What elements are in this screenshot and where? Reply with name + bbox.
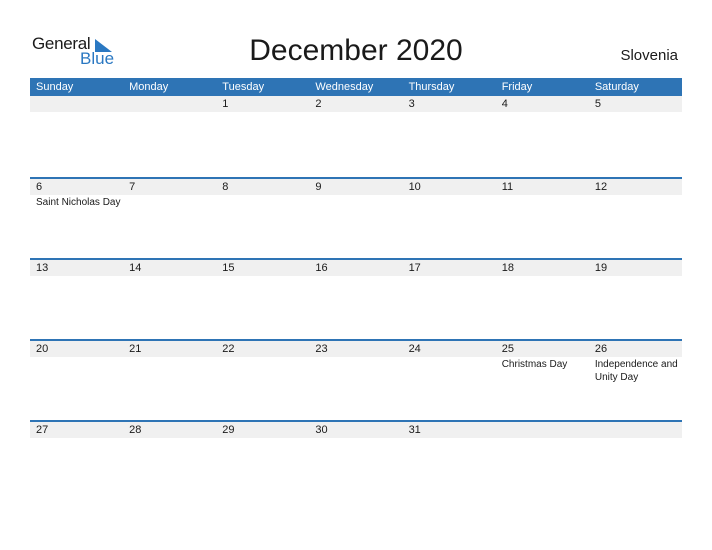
page-title: December 2020 [249,34,463,67]
holiday-label [496,438,589,439]
day-number: 18 [501,262,514,274]
holiday-label [589,438,682,439]
day-number [30,96,123,112]
holiday-label [123,112,216,113]
day-number: 15 [222,262,235,274]
weekday-header: Sunday Monday Tuesday Wednesday Thursday Frid… [30,78,682,96]
holiday-label [216,112,309,113]
date-bar: 6 7 8 9 10 11 12 [30,179,682,195]
date-bar: 13 14 15 16 17 18 19 [30,260,682,276]
day-number: 3 [408,98,415,110]
holiday-label [309,357,402,384]
day-number: 31 [408,424,421,436]
weekday-saturday: Saturday [594,81,639,93]
holiday-label [216,195,309,209]
holiday-label [216,276,309,277]
holiday-label [309,195,402,209]
day-number: 25 [501,343,514,355]
day-number: 20 [36,343,49,355]
events-row: Saint Nicholas Day [30,195,682,209]
holiday-label [216,357,309,384]
day-number: 9 [315,181,322,193]
day-number: 7 [129,181,136,193]
holiday-label: Saint Nicholas Day [36,197,121,208]
day-number: 8 [222,181,229,193]
weekday-tuesday: Tuesday [222,81,265,93]
day-number: 24 [408,343,421,355]
holiday-label [309,112,402,113]
day-number: 10 [408,181,421,193]
day-number: 14 [129,262,142,274]
week-row: 6 7 8 9 10 11 12 Saint Nicholas Day [30,177,682,258]
day-number: 6 [36,181,43,193]
holiday-label [403,195,496,209]
holiday-label [123,438,216,439]
holiday-label [30,276,123,277]
day-number: 1 [222,98,229,110]
week-row: 27 28 29 30 31 [30,420,682,501]
holiday-label [496,195,589,209]
date-bar: 27 28 29 30 31 [30,422,682,438]
holiday-label [30,112,123,113]
holiday-label [30,357,123,384]
holiday-label [496,112,589,113]
holiday-label [403,438,496,439]
holiday-label [589,195,682,209]
holiday-label [496,276,589,277]
weekday-sunday: Sunday [36,81,74,93]
holiday-label [403,357,496,384]
day-number: 16 [315,262,328,274]
day-number: 27 [36,424,49,436]
weekday-friday: Friday [501,81,533,93]
day-number: 28 [129,424,142,436]
events-row [30,438,682,439]
holiday-label [30,438,123,439]
day-number: 21 [129,343,142,355]
day-number: 23 [315,343,328,355]
day-number: 2 [315,98,322,110]
events-row [30,112,682,113]
date-bar: 20 21 22 23 24 25 26 [30,341,682,357]
day-number: 12 [594,181,608,193]
holiday-label [309,438,402,439]
holiday-label [309,276,402,277]
holiday-label [589,112,682,113]
day-number [589,422,682,438]
holiday-label [589,276,682,277]
day-number [123,96,216,112]
holiday-label: Independence and Unity Day [594,359,678,383]
events-row: Christmas Day Independence and Unity Day [30,357,682,384]
day-number: 11 [501,181,514,193]
holiday-label [403,112,496,113]
day-number: 5 [594,98,601,110]
weekday-thursday: Thursday [408,81,455,93]
calendar: Sunday Monday Tuesday Wednesday Thursday Frid… [30,78,682,501]
holiday-label [403,276,496,277]
events-row [30,276,682,277]
day-number: 13 [36,262,49,274]
day-number: 26 [594,343,608,355]
week-row: 20 21 22 23 24 25 26 Christmas Day Independence … [30,339,682,420]
day-number: 19 [594,262,608,274]
country-label: Slovenia [620,47,678,64]
week-row: 13 14 15 16 17 18 19 [30,258,682,339]
holiday-label [123,195,216,209]
day-number: 22 [222,343,235,355]
weekday-wednesday: Wednesday [315,81,374,93]
date-bar: 1 2 3 4 5 [30,96,682,112]
day-number: 29 [222,424,235,436]
holiday-label [216,438,309,439]
holiday-label [123,276,216,277]
weekday-monday: Monday [129,81,169,93]
holiday-label: Christmas Day [501,359,568,370]
day-number: 30 [315,424,328,436]
holiday-label [123,357,216,384]
day-number: 4 [501,98,508,110]
day-number: 17 [408,262,421,274]
day-number [496,422,589,438]
week-row: 1 2 3 4 5 [30,96,682,177]
